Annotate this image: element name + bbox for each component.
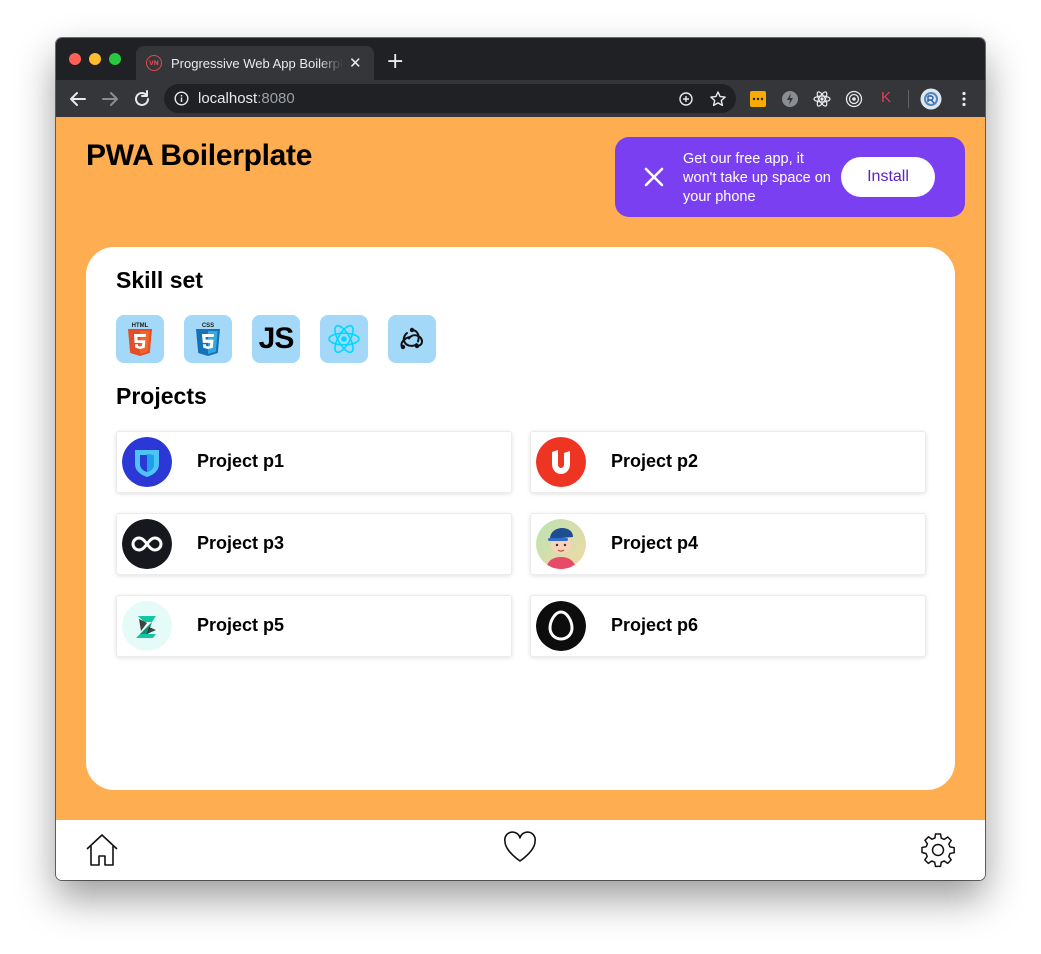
gear-icon[interactable] — [920, 832, 956, 868]
z-logo-icon — [122, 601, 172, 651]
tab-favicon-icon: VN — [146, 55, 162, 71]
project-name: Project p3 — [197, 533, 285, 553]
site-info-icon[interactable] — [174, 91, 189, 106]
zoom-icon[interactable] — [677, 90, 695, 108]
project-name: Project p6 — [611, 615, 699, 635]
project-card-p6[interactable]: Project p6 — [530, 595, 926, 657]
boy-avatar-icon — [536, 519, 586, 569]
shield-logo-icon — [122, 437, 172, 487]
maximize-window-button[interactable] — [109, 53, 121, 65]
projects-grid: Project p1 Project p2 Project p3 Project… — [116, 431, 926, 657]
new-tab-button[interactable]: + — [386, 51, 404, 73]
install-button[interactable]: Install — [841, 157, 935, 197]
project-name: Project p1 — [197, 451, 285, 471]
browser-window: VN Progressive Web App Boilerplate ✕ + l… — [56, 38, 985, 880]
banner-text: Get our free app, it won't take up space… — [683, 151, 831, 205]
react-icon — [320, 315, 368, 363]
html5-label: HTML — [132, 323, 149, 329]
skills-list: HTML CSS JS — [116, 315, 436, 363]
page-title: PWA Boilerplate — [86, 139, 313, 172]
reload-icon[interactable] — [131, 88, 153, 110]
html5-icon: HTML — [116, 315, 164, 363]
css3-label: CSS — [202, 323, 214, 329]
javascript-label: JS — [258, 322, 295, 355]
url-text: localhost:8080 — [198, 90, 295, 107]
u-logo-icon — [536, 437, 586, 487]
bottom-navigation — [56, 820, 985, 880]
css3-icon: CSS — [184, 315, 232, 363]
project-card-p2[interactable]: Project p2 — [530, 431, 926, 493]
extension-target-icon[interactable] — [845, 90, 863, 108]
extension-yellow-icon[interactable] — [749, 90, 767, 108]
skills-heading: Skill set — [116, 267, 203, 293]
browser-menu-icon[interactable] — [955, 90, 973, 108]
extension-lightning-icon[interactable] — [781, 90, 799, 108]
banner-close-icon[interactable] — [643, 166, 665, 188]
heart-icon[interactable] — [502, 830, 538, 866]
egg-logo-icon — [536, 601, 586, 651]
browser-tab[interactable]: VN Progressive Web App Boilerplate ✕ — [136, 46, 374, 80]
back-arrow-icon[interactable] — [67, 88, 89, 110]
javascript-icon: JS — [252, 315, 300, 363]
url-port: :8080 — [257, 90, 295, 107]
profile-avatar-icon[interactable] — [920, 88, 942, 110]
project-name: Project p4 — [611, 533, 699, 553]
content-card: Skill set HTML CSS JS Projects Project p… — [86, 247, 955, 790]
bookmark-star-icon[interactable] — [709, 90, 727, 108]
project-name: Project p5 — [197, 615, 285, 635]
app-page: PWA Boilerplate Get our free app, it won… — [56, 117, 985, 820]
tab-close-icon[interactable]: ✕ — [349, 54, 362, 72]
extension-react-icon[interactable] — [813, 90, 831, 108]
minimize-window-button[interactable] — [89, 53, 101, 65]
address-bar[interactable]: localhost:8080 — [164, 84, 736, 113]
tab-title: Progressive Web App Boilerplate — [171, 55, 343, 71]
toolbar-divider — [908, 90, 909, 108]
close-window-button[interactable] — [69, 53, 81, 65]
infinity-logo-icon — [122, 519, 172, 569]
browser-toolbar: localhost:8080 K — [56, 80, 985, 117]
project-card-p1[interactable]: Project p1 — [116, 431, 512, 493]
project-name: Project p2 — [611, 451, 699, 471]
project-card-p4[interactable]: Project p4 — [530, 513, 926, 575]
install-banner: Get our free app, it won't take up space… — [615, 137, 965, 217]
project-card-p3[interactable]: Project p3 — [116, 513, 512, 575]
project-card-p5[interactable]: Project p5 — [116, 595, 512, 657]
forward-arrow-icon[interactable] — [99, 88, 121, 110]
home-icon[interactable] — [84, 832, 120, 868]
title-bar: VN Progressive Web App Boilerplate ✕ + — [56, 38, 985, 80]
projects-heading: Projects — [116, 383, 207, 409]
redux-icon — [388, 315, 436, 363]
url-host: localhost — [198, 90, 258, 107]
extension-k-icon[interactable]: K — [877, 89, 895, 107]
